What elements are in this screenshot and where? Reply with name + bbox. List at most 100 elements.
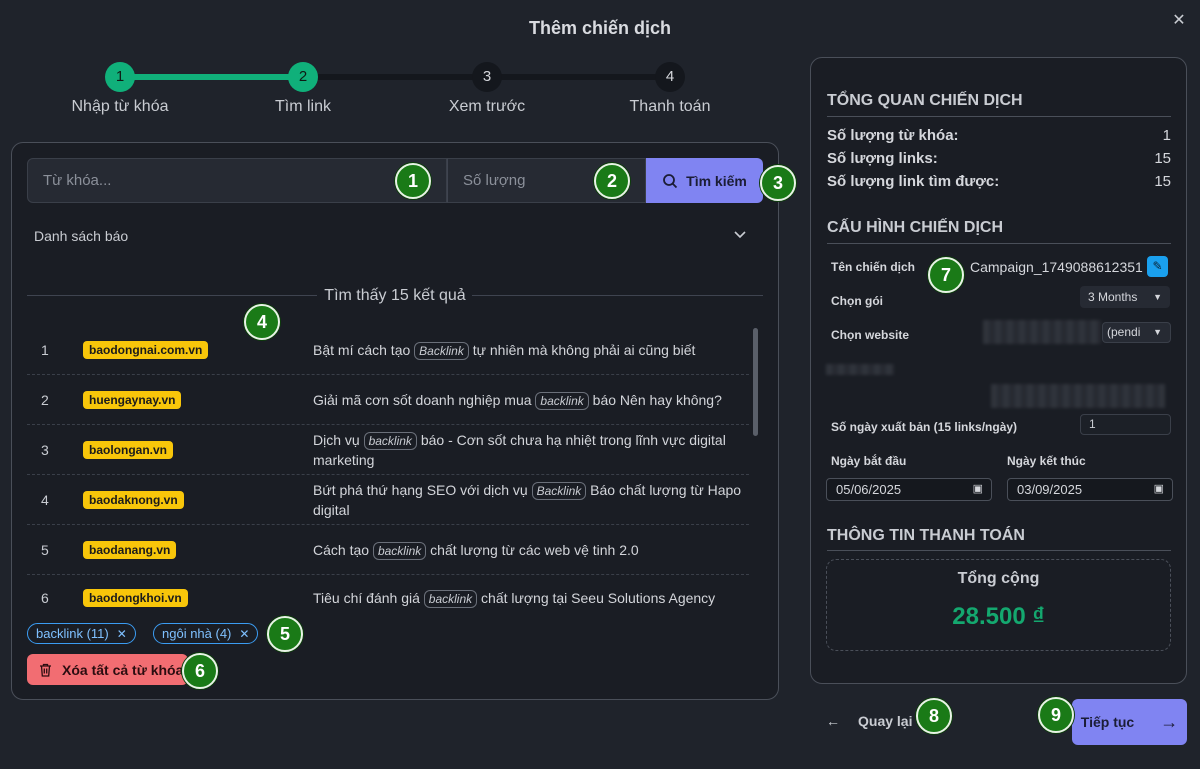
end-date-input[interactable]: 03/09/2025 ▣ (1007, 478, 1173, 501)
table-row[interactable]: 1 baodongnai.com.vn Bật mí cách tạo Back… (27, 325, 749, 375)
end-date-value: 03/09/2025 (1017, 482, 1083, 497)
calendar-icon[interactable]: ▣ (973, 479, 983, 500)
campaign-name-label: Tên chiến dịch (831, 260, 916, 274)
article-title: Giải mã cơn sốt doanh nghiệp mua backlin… (313, 391, 722, 410)
row-number: 4 (41, 491, 49, 508)
table-row[interactable]: 3 baolongan.vn Dịch vụ backlink báo - Cơ… (27, 425, 749, 475)
keyword-field[interactable] (27, 158, 447, 203)
domain-badge: baodongnai.com.vn (83, 340, 209, 359)
domain-badge: baolongan.vn (83, 440, 173, 459)
annotation-badge-7: 7 (928, 257, 964, 293)
overview-title: TỔNG QUAN CHIẾN DỊCH (827, 92, 1023, 109)
table-row[interactable]: 2 huengaynay.vn Giải mã cơn sốt doanh ng… (27, 375, 749, 425)
website-label: Chọn website (831, 328, 910, 342)
arrow-left-icon: ← (826, 713, 840, 729)
chevron-down-icon[interactable] (733, 227, 747, 244)
keyword-tag: backlink (363, 431, 417, 450)
table-row[interactable]: 5 baodanang.vn Cách tạo backlink chất lư… (27, 525, 749, 575)
step-1-label: Nhập từ khóa (71, 98, 169, 115)
keyword-tag: backlink (372, 541, 427, 560)
payment-title: THÔNG TIN THANH TOÁN (827, 527, 1025, 544)
step-1-circle: 1 (105, 62, 135, 92)
publish-days-label: Số ngày xuất bản (15 links/ngày) (831, 420, 1018, 434)
start-date-label: Ngày bắt đầu (831, 454, 907, 468)
close-icon[interactable]: ✕ (1170, 12, 1188, 30)
package-label: Chọn gói (831, 294, 883, 308)
domain-badge: baodongkhoi.vn (83, 589, 188, 607)
publish-days-input[interactable]: 1 (1080, 414, 1171, 435)
annotation-badge-3: 3 (760, 165, 796, 201)
start-date-input[interactable]: 05/06/2025 ▣ (826, 478, 992, 501)
table-row[interactable]: 4 baodaknong.vn Bứt phá thứ hạng SEO với… (27, 475, 749, 525)
newspaper-list-label[interactable]: Danh sách báo (34, 228, 128, 244)
article-title: Bứt phá thứ hạng SEO với dịch vụ Backlin… (313, 481, 742, 518)
back-button[interactable]: ← Quay lại (826, 713, 912, 729)
keyword-tag: backlink (535, 391, 589, 410)
search-button-label: Tìm kiếm (686, 172, 747, 189)
step-3-label: Xem trước (448, 98, 526, 115)
search-button[interactable]: Tìm kiếm (646, 158, 763, 203)
row-number: 6 (41, 590, 49, 606)
links-label: Số lượng links: (827, 150, 938, 167)
annotation-badge-5: 5 (267, 616, 303, 652)
keyword-count-value: 1 (1162, 127, 1171, 144)
arrow-right-icon: → (1160, 711, 1179, 732)
annotation-badge-1: 1 (395, 163, 431, 199)
start-date-value: 05/06/2025 (836, 482, 902, 497)
calendar-icon[interactable]: ▣ (1154, 479, 1164, 500)
delete-all-keywords-button[interactable]: Xóa tất cả từ khóa (27, 654, 188, 685)
chip-label: ngôi nhà (4) (162, 626, 232, 641)
package-select[interactable]: 3 Months ▼ (1080, 286, 1170, 308)
article-title: Dịch vụ backlink báo - Cơn sốt chưa hạ n… (313, 431, 726, 468)
annotation-badge-8: 8 (916, 698, 952, 734)
step-2-label: Tìm link (275, 98, 331, 115)
found-links-value: 15 (1154, 173, 1171, 190)
keyword-tag: Backlink (414, 341, 469, 360)
keyword-tag: backlink (423, 590, 478, 608)
results-scrollbar[interactable] (753, 328, 758, 436)
payment-divider (827, 550, 1171, 551)
keyword-tag: Backlink (531, 481, 587, 500)
remove-chip-icon[interactable]: ✕ (117, 627, 127, 641)
annotation-badge-6: 6 (182, 653, 218, 689)
total-label: Tổng cộng (957, 570, 1040, 587)
step-4-label: Thanh toán (629, 98, 711, 115)
campaign-name-value: Campaign_1749088612351 (970, 259, 1143, 275)
website-value: (pendi (1107, 325, 1141, 339)
next-label: Tiếp tục (1080, 714, 1135, 730)
keyword-chip[interactable]: backlink (11) ✕ (27, 623, 136, 644)
end-date-label: Ngày kết thúc (1007, 454, 1086, 468)
remove-chip-icon[interactable]: ✕ (239, 627, 249, 641)
redacted-text (826, 364, 894, 375)
keyword-chip[interactable]: ngôi nhà (4) ✕ (153, 623, 259, 644)
domain-badge: baodanang.vn (83, 540, 177, 559)
row-number: 2 (41, 391, 49, 408)
article-title: Bật mí cách tạo Backlink tự nhiên mà khô… (313, 341, 696, 360)
next-button[interactable]: Tiếp tục → (1072, 699, 1187, 745)
annotation-badge-9: 9 (1038, 697, 1074, 733)
website-select[interactable]: (pendi ▼ (1102, 322, 1171, 343)
chip-label: backlink (11) (36, 626, 109, 641)
step-4-circle: 4 (655, 62, 685, 92)
domain-badge: huengaynay.vn (83, 390, 182, 409)
row-number: 3 (41, 441, 49, 458)
table-row[interactable]: 6 baodongkhoi.vn Tiêu chí đánh giá backl… (27, 575, 749, 621)
caret-down-icon: ▼ (1153, 327, 1162, 337)
domain-badge: baodaknong.vn (83, 490, 184, 509)
overview-divider (827, 116, 1171, 117)
caret-down-icon: ▼ (1153, 292, 1162, 302)
links-value: 15 (1154, 150, 1171, 167)
dialog-title: Thêm chiến dịch (528, 18, 672, 38)
row-number: 5 (41, 541, 49, 558)
redacted-website (983, 320, 1101, 344)
trash-icon (40, 663, 51, 677)
total-value: 28.500 ₫ (952, 603, 1045, 630)
delete-all-label: Xóa tất cả từ khóa (62, 661, 184, 678)
edit-icon[interactable]: ✎ (1147, 256, 1168, 277)
results-count: Tìm thấy 15 kết quả (324, 287, 466, 304)
keyword-count-label: Số lượng từ khóa: (827, 127, 959, 144)
keyword-input[interactable] (28, 159, 446, 202)
article-title: Cách tạo backlink chất lượng từ các web … (313, 541, 639, 560)
found-links-label: Số lượng link tìm được: (827, 173, 1000, 190)
back-label: Quay lại (858, 713, 913, 729)
